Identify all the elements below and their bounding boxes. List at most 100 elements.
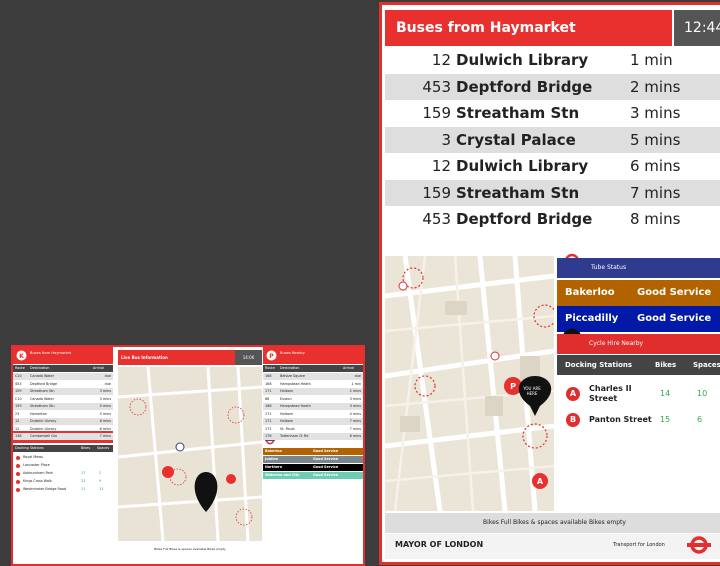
small-map[interactable] <box>118 367 262 541</box>
small-cell-dest: Streatham Stn <box>30 404 55 408</box>
small-cell-time: due <box>104 374 111 378</box>
small-tube-status: Good Service <box>313 465 339 469</box>
small-cell-time: 3 mins <box>99 389 111 393</box>
small-cell-dest: Holborn <box>280 389 294 393</box>
route-number: 12 <box>431 51 451 69</box>
small-cycle-row[interactable]: Ashburnham Park 17 2 <box>13 470 113 477</box>
small-table-row: 172 St. Pauls 7 mins <box>263 426 363 433</box>
small-table-header: Route Destination Arrival <box>263 365 363 372</box>
svg-text:A: A <box>537 477 544 486</box>
small-cell-route: 176 <box>265 434 272 438</box>
small-table-row: 159 Streatham Stn 3 mins <box>13 388 113 395</box>
small-cell-time: due <box>104 381 111 386</box>
arrival-time: 3 mins <box>630 104 681 122</box>
small-header-cell: Route <box>265 366 275 370</box>
small-cell-dest: St. Pauls <box>280 426 295 431</box>
tube-line-status: Good Service <box>637 313 712 324</box>
arrival-time: 1 min <box>630 51 673 69</box>
small-cell-dest: Deptford Bridge <box>30 381 58 386</box>
route-number: 3 <box>441 131 451 149</box>
small-cell-time: 6 mins <box>99 419 111 423</box>
route-number: 453 <box>422 78 451 96</box>
arrival-row: 453 Deptford Bridge 8 mins <box>385 206 720 232</box>
small-cell-route: 168 <box>265 374 272 378</box>
small-table-row: 12 Dulwich Library 6 mins <box>13 426 113 433</box>
small-cell-route: 12 <box>15 426 20 431</box>
small-cell-dest: Canada Water <box>30 374 55 378</box>
small-header-cell: Destination <box>280 366 300 370</box>
small-cell-route: 159 <box>15 389 22 393</box>
small-tube-status: Good Service <box>313 457 339 461</box>
docking-station-row[interactable]: A Charles II Street 14 10 <box>557 384 720 408</box>
arrival-row: 3 Crystal Palace 5 mins <box>385 127 720 153</box>
small-tube-name: Jubilee <box>265 457 279 461</box>
small-cycle-name: Ashburnham Park <box>23 471 53 475</box>
small-cell-dest: Hampstead Heath <box>280 404 311 408</box>
destination: Dulwich Library <box>456 157 589 175</box>
small-cell-dest: Hampstead Heath <box>280 381 311 386</box>
small-cell-route: 172 <box>265 426 272 431</box>
tube-status-title: Tube Status <box>557 258 720 278</box>
small-cell-time: 3 mins <box>349 404 361 408</box>
small-cycle-name: Kings Cross Walk <box>23 479 52 483</box>
destination: Dulwich Library <box>456 51 589 69</box>
small-station-marker-icon <box>16 471 20 476</box>
small-cell-time: 3 mins <box>349 396 361 401</box>
small-right-header <box>263 347 363 364</box>
small-station-marker-icon <box>16 479 20 484</box>
small-cycle-spaces: 9 <box>99 479 102 483</box>
docking-station-row[interactable]: B Panton Street 15 6 <box>557 413 720 429</box>
small-cell-time: 5 mins <box>99 404 111 408</box>
small-cell-time: 1 min <box>351 381 361 386</box>
cycle-hire-title: Cycle Hire Nearby <box>557 334 720 354</box>
small-cell-time: 7 mins <box>99 434 111 438</box>
small-table-row: 23 Homerton 5 mins <box>13 411 113 418</box>
bike-availability-legend: Bikes Full Bikes & spaces available Bike… <box>385 513 720 533</box>
station-name: Charles II Street <box>589 384 632 403</box>
small-header-cell: Arrival <box>343 366 355 370</box>
small-cycle-header-cell: Docking Stations <box>15 446 44 450</box>
small-cell-time: due <box>354 374 361 378</box>
small-header-cell: Arrival <box>93 366 105 370</box>
small-table-row: C10 Canada Water due <box>13 373 113 380</box>
small-left-title: Buses from Haymarket <box>30 351 72 355</box>
small-cycle-bikes: 22 <box>81 479 86 483</box>
small-cell-dest: Tottenham Ct Rd <box>280 434 309 438</box>
svg-text:K: K <box>19 353 24 360</box>
display-clock: 12:44 <box>674 10 720 46</box>
header-spaces: Spaces <box>693 361 720 369</box>
small-cell-time: 6 mins <box>99 426 111 431</box>
svg-text:P: P <box>510 382 516 391</box>
arrival-time: 2 mins <box>630 78 681 96</box>
header-docking-stations: Docking Stations <box>565 361 633 369</box>
route-number: 12 <box>431 157 451 175</box>
small-cycle-row[interactable]: Kings Cross Walk 22 9 <box>13 478 113 485</box>
small-cycle-row[interactable]: Westminster Bridge Road 11 13 <box>13 486 113 493</box>
small-table-row: 453 Deptford Bridge due <box>13 381 113 388</box>
small-cell-dest: Holborn <box>280 411 294 416</box>
small-tube-status: Good Service <box>313 473 339 477</box>
small-cell-route: 68 <box>265 396 270 401</box>
small-cycle-spaces: 13 <box>99 487 104 491</box>
station-spaces: 10 <box>697 389 708 398</box>
small-cell-dest: Euston <box>280 396 292 401</box>
route-number: 159 <box>422 104 451 122</box>
station-bikes: 14 <box>660 389 671 398</box>
small-cycle-bikes: 17 <box>81 471 86 475</box>
small-cycle-row[interactable]: Lancaster Place <box>13 462 113 469</box>
small-table-row: C10 Canada Water 3 mins <box>13 396 113 403</box>
small-cycle-bikes: 11 <box>81 487 86 491</box>
small-tube-line: Northern Good Service <box>263 464 363 471</box>
small-table-row: 171 Holborn 7 mins <box>263 418 363 425</box>
small-center-legend: Bikes Full Bikes & spaces available Bike… <box>154 547 226 551</box>
destination: Crystal Palace <box>456 131 576 149</box>
small-cycle-row[interactable]: Royal Mews <box>13 454 113 461</box>
destination: Streatham Stn <box>456 104 580 122</box>
small-cell-route: 171 <box>265 419 272 423</box>
station-marker-letter: A <box>566 387 580 401</box>
small-cell-time: 2 mins <box>349 389 361 393</box>
small-cycle-name: Royal Mews <box>23 455 43 459</box>
small-cell-time: 4 mins <box>349 411 361 416</box>
small-station-marker-icon <box>16 455 20 460</box>
destination: Streatham Stn <box>456 184 580 202</box>
